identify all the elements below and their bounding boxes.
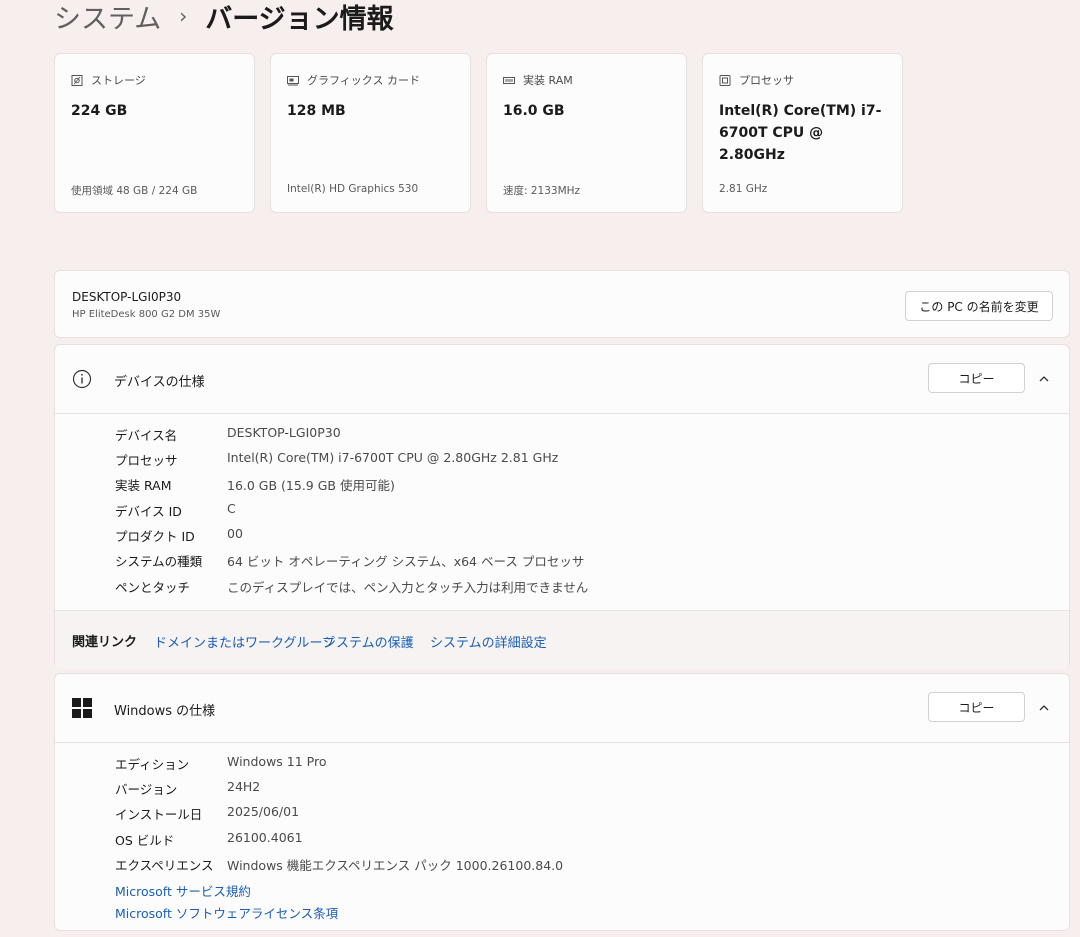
tile-label: グラフィックス カード xyxy=(307,74,420,87)
redaction-mark xyxy=(241,503,511,517)
tile-sub: Intel(R) HD Graphics 530 xyxy=(287,183,419,195)
spec-key: ペンとタッチ xyxy=(115,580,191,595)
spec-key: 実装 RAM xyxy=(115,478,172,493)
windows-logo-icon xyxy=(72,698,92,718)
breadcrumb: システム › バージョン情報 xyxy=(54,0,394,38)
spec-value: 16.0 GB (15.9 GB 使用可能) xyxy=(227,478,395,493)
pc-name: DESKTOP-LGI0P30 xyxy=(72,290,182,304)
processor-tile[interactable]: プロセッサ Intel(R) Core(TM) i7-6700T CPU @ 2… xyxy=(702,53,903,213)
divider xyxy=(55,413,1069,414)
device-spec-copy-button[interactable]: コピー xyxy=(928,363,1025,393)
storage-icon xyxy=(71,74,83,86)
device-spec-title: デバイスの仕様 xyxy=(114,375,205,390)
spec-value: 2025/06/01 xyxy=(227,804,300,819)
spec-key: システムの種類 xyxy=(115,554,203,569)
spec-key: エクスペリエンス xyxy=(115,858,214,873)
spec-value: Windows 11 Pro xyxy=(227,754,327,769)
spec-value: このディスプレイでは、ペン入力とタッチ入力は利用できません xyxy=(227,580,589,595)
processor-icon xyxy=(719,74,731,86)
breadcrumb-system-link[interactable]: システム xyxy=(54,0,161,36)
breadcrumb-separator: › xyxy=(179,4,188,28)
spec-value: 24H2 xyxy=(227,779,261,794)
graphics-card-icon xyxy=(287,75,299,86)
tile-value: 16.0 GB xyxy=(503,103,565,119)
spec-value: DESKTOP-LGI0P30 xyxy=(227,425,341,440)
tile-label: 実装 RAM xyxy=(523,74,573,87)
tile-label: ストレージ xyxy=(91,74,146,87)
chevron-up-icon[interactable] xyxy=(1037,371,1051,385)
spec-key: インストール日 xyxy=(115,807,203,822)
windows-spec-card: Windows の仕様 コピー エディション Windows 11 Pro バージ… xyxy=(54,673,1070,931)
windows-spec-title: Windows の仕様 xyxy=(114,704,216,719)
spec-value: 26100.4061 xyxy=(227,830,303,845)
ram-icon xyxy=(503,75,515,86)
spec-key: プロセッサ xyxy=(115,453,178,468)
advanced-system-settings-link[interactable]: システムの詳細設定 xyxy=(430,632,547,651)
page-title: バージョン情報 xyxy=(205,3,394,35)
spec-key: エディション xyxy=(115,757,190,772)
ram-tile[interactable]: 実装 RAM 16.0 GB 速度: 2133MHz xyxy=(486,53,687,213)
graphics-card-tile[interactable]: グラフィックス カード 128 MB Intel(R) HD Graphics … xyxy=(270,53,471,213)
spec-value: Windows 機能エクスペリエンス パック 1000.26100.84.0 xyxy=(227,858,564,873)
microsoft-license-terms-link[interactable]: Microsoft ソフトウェアライセンス条項 xyxy=(115,903,338,922)
spec-key: プロダクト ID xyxy=(115,529,195,544)
tile-label: プロセッサ xyxy=(739,74,794,87)
tile-value: 224 GB xyxy=(71,103,128,119)
tile-value: 128 MB xyxy=(287,103,346,119)
windows-spec-header[interactable]: Windows の仕様 コピー xyxy=(55,674,1069,742)
system-protection-link[interactable]: システムの保護 xyxy=(323,632,414,651)
divider xyxy=(55,742,1069,743)
info-icon xyxy=(72,369,92,389)
spec-key: OS ビルド xyxy=(115,833,175,848)
tile-value: Intel(R) Core(TM) i7-6700T CPU @ 2.80GHz xyxy=(719,103,882,163)
pc-name-card: DESKTOP-LGI0P30 HP EliteDesk 800 G2 DM 3… xyxy=(54,270,1070,338)
device-spec-card: デバイスの仕様 コピー デバイス名 DESKTOP-LGI0P30 プロセッサ In… xyxy=(54,344,1070,669)
pc-model: HP EliteDesk 800 G2 DM 35W xyxy=(72,309,221,320)
tile-sub: 2.81 GHz xyxy=(719,183,768,195)
tile-sub: 使用領域 48 GB / 224 GB xyxy=(71,185,198,197)
related-links: 関連リンク ドメインまたはワークグループ システムの保護 システムの詳細設定 xyxy=(55,610,1069,669)
spec-value: Intel(R) Core(TM) i7-6700T CPU @ 2.80GHz… xyxy=(227,450,559,465)
tile-sub: 速度: 2133MHz xyxy=(503,185,581,197)
chevron-up-icon[interactable] xyxy=(1037,700,1051,714)
related-links-label: 関連リンク xyxy=(72,635,138,650)
windows-spec-copy-button[interactable]: コピー xyxy=(928,692,1025,722)
storage-tile[interactable]: ストレージ 224 GB 使用領域 48 GB / 224 GB xyxy=(54,53,255,213)
spec-value: 00 xyxy=(227,526,243,541)
spec-key: デバイス ID xyxy=(115,504,182,519)
device-spec-header[interactable]: デバイスの仕様 コピー xyxy=(55,345,1069,413)
redaction-mark xyxy=(245,528,485,542)
microsoft-service-agreement-link[interactable]: Microsoft サービス規約 xyxy=(115,881,251,900)
domain-workgroup-link[interactable]: ドメインまたはワークグループ xyxy=(154,632,335,651)
spec-key: バージョン xyxy=(115,782,178,797)
spec-key: デバイス名 xyxy=(115,428,178,443)
spec-value: 64 ビット オペレーティング システム、x64 ベース プロセッサ xyxy=(227,554,585,569)
rename-pc-button[interactable]: この PC の名前を変更 xyxy=(905,291,1053,321)
spec-value: C xyxy=(227,501,236,516)
